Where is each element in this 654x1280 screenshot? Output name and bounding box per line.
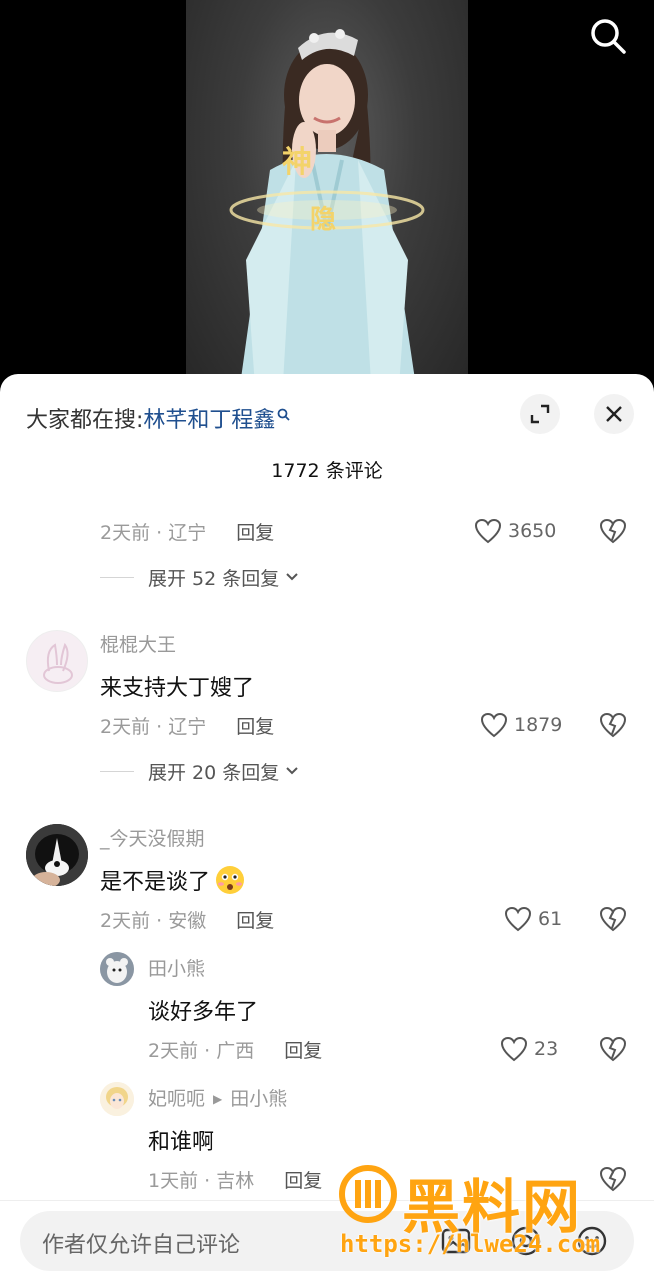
avatar-rabbit-image (43, 642, 73, 684)
reply-to-username[interactable]: 田小熊 (230, 1088, 287, 1110)
dislike-button[interactable] (598, 710, 628, 740)
expand-replies-label: 展开 52 条回复 (148, 567, 280, 590)
comment-time-location: 2天前 · 辽宁 (100, 521, 207, 544)
sheet-header: 大家都在搜:林芊和丁程鑫 (0, 374, 654, 454)
like-button[interactable]: 3650 (474, 514, 556, 548)
avatar[interactable] (100, 952, 134, 986)
close-button[interactable] (594, 394, 634, 434)
emoji-button[interactable] (576, 1225, 608, 1257)
broken-heart-icon (599, 1166, 627, 1192)
hot-search-prefix: 大家都在搜: (26, 408, 144, 433)
at-icon (511, 1226, 541, 1256)
search-icon (591, 19, 626, 54)
reply-button[interactable]: 回复 (284, 1166, 322, 1193)
broken-heart-icon (599, 712, 627, 738)
reply-button[interactable]: 回复 (284, 1036, 322, 1063)
comment-username[interactable]: 棍棍大王 (100, 630, 176, 657)
video-frame: 神 隐 (186, 0, 468, 400)
avatar[interactable] (100, 1082, 134, 1116)
emoji-icon (577, 1226, 607, 1256)
reply-username[interactable]: 妃呃呃 (148, 1088, 205, 1110)
reply-text: 谈好多年了 (148, 1000, 259, 1025)
video-player[interactable]: 神 隐 (0, 0, 654, 400)
reply-text: 和谁啊 (148, 1130, 215, 1155)
broken-heart-icon (599, 1036, 627, 1062)
like-count: 61 (538, 908, 563, 930)
expand-sheet-button[interactable] (520, 394, 560, 434)
avatar[interactable] (26, 824, 88, 886)
comment-time-location: 2天前 · 安徽 (100, 909, 207, 932)
heart-icon (480, 712, 508, 738)
video-figure-image: 神 隐 (229, 29, 425, 400)
reply-to-arrow-icon: ▶ (213, 1092, 223, 1106)
search-icon (277, 398, 291, 432)
image-button[interactable] (440, 1225, 472, 1257)
like-count: 1879 (514, 714, 563, 736)
chevron-down-icon (286, 767, 298, 775)
comment-input[interactable]: 作者仅允许自己评论 (20, 1211, 634, 1271)
dislike-button[interactable] (598, 1164, 628, 1194)
comment-time-location: 2天前 · 辽宁 (100, 715, 207, 738)
expand-replies-label: 展开 20 条回复 (148, 761, 280, 784)
comment-meta: 2天前 · 辽宁 回复 (100, 708, 274, 742)
comment-input-bar: 作者仅允许自己评论 (0, 1200, 654, 1280)
comment-input-placeholder: 作者仅允许自己评论 (42, 1233, 241, 1258)
expand-divider (100, 770, 134, 772)
search-button[interactable] (588, 16, 628, 56)
like-count: 3650 (508, 520, 557, 542)
reply-meta: 2天前 · 广西 回复 (148, 1032, 322, 1066)
like-button[interactable]: 1879 (480, 708, 562, 742)
mention-button[interactable] (510, 1225, 542, 1257)
expand-icon (530, 404, 550, 424)
comment-username[interactable]: _今天没假期 (100, 824, 205, 851)
reply-button[interactable]: 回复 (236, 518, 274, 545)
reply-meta: 1天前 · 吉林 回复 (148, 1162, 322, 1196)
reply-time-location: 2天前 · 广西 (148, 1039, 255, 1062)
broken-heart-icon (599, 906, 627, 932)
chevron-down-icon (286, 573, 298, 581)
image-icon (441, 1228, 471, 1254)
comment-list[interactable]: 2天前 · 辽宁 回复 3650 展开 52 条回复 棍棍大王 来支持大丁嫂了 … (0, 494, 654, 1200)
broken-heart-icon (599, 518, 627, 544)
svg-text:隐: 隐 (310, 205, 336, 235)
heart-icon (474, 518, 502, 544)
expand-replies-button[interactable]: 展开 52 条回复 (100, 562, 299, 592)
expand-divider (100, 576, 134, 578)
svg-text:神: 神 (282, 145, 312, 180)
hot-search-term[interactable]: 林芊和丁程鑫 (143, 408, 275, 433)
surprised-emoji-icon (216, 866, 245, 894)
comment-count: 1772 条评论 (271, 460, 383, 482)
avatar-bear-image (100, 952, 134, 986)
reply-button[interactable]: 回复 (236, 906, 274, 933)
comment-text: 是不是谈了 (100, 870, 211, 895)
expand-replies-button[interactable]: 展开 20 条回复 (100, 756, 299, 786)
heart-icon (500, 1036, 528, 1062)
avatar-anime-image (100, 1082, 134, 1116)
avatar[interactable] (26, 630, 88, 692)
avatar-dog-image (26, 824, 88, 886)
reply-username[interactable]: 田小熊 (148, 954, 205, 981)
like-button[interactable]: 23 (500, 1032, 558, 1066)
comment-text-row: 是不是谈了 (100, 864, 246, 896)
hot-search[interactable]: 大家都在搜:林芊和丁程鑫 (26, 398, 291, 438)
reply-username-row: 妃呃呃 ▶ 田小熊 (148, 1084, 287, 1111)
dislike-button[interactable] (598, 516, 628, 546)
dislike-button[interactable] (598, 1034, 628, 1064)
close-icon (606, 406, 622, 422)
comment-sheet: 大家都在搜:林芊和丁程鑫 1772 条评论 2天前 · 辽宁 回复 3650 展… (0, 374, 654, 1280)
comment-meta: 2天前 · 安徽 回复 (100, 902, 274, 936)
comment-text: 来支持大丁嫂了 (100, 676, 255, 701)
dislike-button[interactable] (598, 904, 628, 934)
reply-time-location: 1天前 · 吉林 (148, 1169, 255, 1192)
like-count: 23 (534, 1038, 559, 1060)
reply-button[interactable]: 回复 (236, 712, 274, 739)
like-button[interactable]: 61 (504, 902, 562, 936)
heart-icon (504, 906, 532, 932)
comment-meta: 2天前 · 辽宁 回复 (100, 514, 274, 548)
